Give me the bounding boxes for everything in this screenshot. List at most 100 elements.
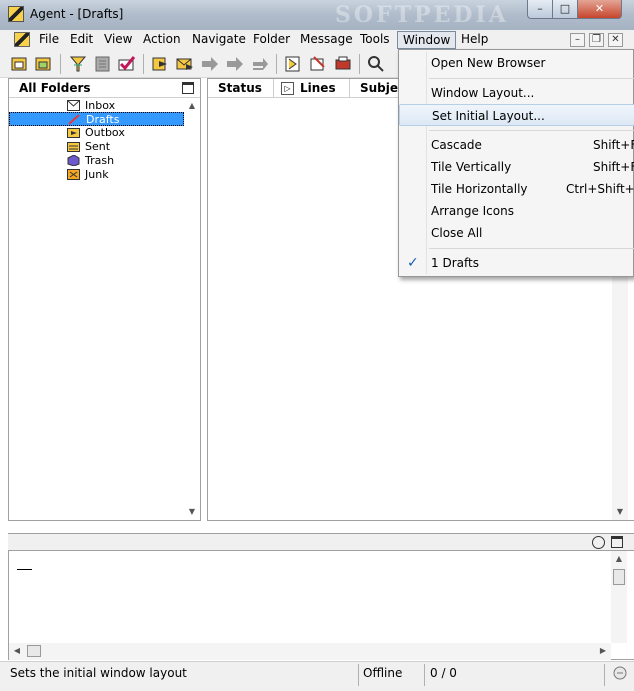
softpedia-watermark: SOFTPEDIA	[335, 2, 509, 28]
print-icon[interactable]	[333, 54, 353, 74]
message-counts: 0 / 0	[430, 666, 457, 680]
menu-item-tile-horizontally[interactable]: Tile Horizontally Ctrl+Shift+F4	[399, 178, 634, 200]
folder-item-outbox[interactable]: Outbox	[9, 126, 184, 140]
menu-view[interactable]: View	[99, 31, 137, 49]
folder-item-inbox[interactable]: Inbox	[9, 99, 184, 113]
folder-item-junk[interactable]: Junk	[9, 168, 184, 182]
document-window-icon[interactable]	[14, 32, 30, 47]
column-header-status[interactable]: Status	[208, 79, 274, 98]
reply-icon[interactable]	[151, 54, 171, 74]
next-thread-icon[interactable]	[250, 54, 270, 74]
menu-item-shortcut: Ctrl+Shift+F4	[566, 182, 634, 196]
toolbar-separator	[60, 54, 61, 74]
toolbar-separator	[143, 54, 144, 74]
search-icon[interactable]	[366, 54, 386, 74]
next-icon[interactable]	[200, 54, 220, 74]
network-icon	[612, 664, 628, 685]
menu-separator	[429, 248, 634, 249]
menu-edit[interactable]: Edit	[65, 31, 98, 49]
folder-pane-header: All Folders	[9, 79, 200, 98]
menu-item-shortcut: Shift+F4	[593, 160, 634, 174]
text-cursor	[17, 569, 32, 570]
next-unread-icon[interactable]	[225, 54, 245, 74]
minimize-button[interactable]: –	[527, 0, 553, 19]
menu-item-arrange-icons[interactable]: Arrange Icons	[399, 200, 634, 222]
pin-pane-button[interactable]	[592, 536, 605, 549]
window-title: Agent - [Drafts]	[30, 7, 124, 21]
menu-message[interactable]: Message	[295, 31, 358, 49]
preview-pane[interactable]: ▲ ◀ ▶	[8, 550, 634, 660]
title-bar: Agent - [Drafts] SOFTPEDIA – □ ✕	[0, 0, 634, 30]
menu-folder[interactable]: Folder	[248, 31, 295, 49]
menu-item-1-drafts[interactable]: ✓ 1 Drafts	[399, 252, 634, 274]
menu-tools[interactable]: Tools	[355, 31, 395, 49]
menu-item-cascade[interactable]: Cascade Shift+F5	[399, 134, 634, 156]
menu-help[interactable]: Help	[456, 31, 493, 49]
toolbar-separator	[359, 54, 360, 74]
scroll-down-arrow[interactable]: ▼	[612, 504, 628, 520]
close-button[interactable]: ✕	[577, 0, 622, 19]
junk-icon	[67, 169, 80, 180]
maximize-preview-button[interactable]	[611, 536, 623, 548]
menu-item-label: Tile Horizontally	[431, 182, 528, 196]
menu-item-label: 1 Drafts	[431, 256, 479, 270]
scroll-down-arrow[interactable]: ▼	[184, 504, 200, 520]
folder-label: Outbox	[85, 126, 125, 139]
menu-navigate[interactable]: Navigate	[187, 31, 251, 49]
menu-item-label: Close All	[431, 226, 483, 240]
scroll-right-arrow[interactable]: ▶	[595, 643, 611, 659]
scroll-up-arrow[interactable]: ▲	[184, 98, 200, 114]
window-menu-dropdown: Open New Browser Window Layout... Set In…	[398, 49, 634, 277]
folder-item-drafts[interactable]: Drafts	[9, 112, 184, 126]
folder-item-sent[interactable]: Sent	[9, 140, 184, 154]
menu-separator	[429, 130, 634, 131]
folder-label: Drafts	[86, 113, 120, 126]
menu-item-shortcut: Shift+F5	[593, 138, 634, 152]
mdi-restore-button[interactable]: ❐	[589, 33, 604, 47]
mark-read-icon[interactable]	[93, 54, 113, 74]
menu-item-label: Tile Vertically	[431, 160, 512, 174]
menu-item-window-layout[interactable]: Window Layout...	[399, 82, 634, 104]
agent-app-icon[interactable]	[8, 6, 24, 22]
menu-file[interactable]: File	[34, 31, 64, 49]
menu-bar: File Edit View Action Navigate Folder Me…	[0, 30, 634, 50]
menu-item-tile-vertically[interactable]: Tile Vertically Shift+F4	[399, 156, 634, 178]
get-mail-icon[interactable]	[10, 54, 30, 74]
menu-item-label: Open New Browser	[431, 56, 546, 70]
menu-item-set-initial-layout[interactable]: Set Initial Layout...	[399, 104, 634, 126]
filter-icon[interactable]	[68, 54, 88, 74]
folder-label: Junk	[85, 168, 109, 181]
scroll-left-arrow[interactable]: ◀	[9, 643, 25, 659]
menu-item-label: Cascade	[431, 138, 482, 152]
scroll-up-arrow[interactable]: ▲	[611, 551, 627, 567]
send-receive-icon[interactable]	[34, 54, 54, 74]
check-icon[interactable]	[117, 54, 137, 74]
connection-status[interactable]: Offline	[363, 666, 402, 680]
maximize-button[interactable]: □	[552, 0, 578, 19]
preview-pane-bar	[8, 533, 634, 550]
preview-horizontal-scrollbar[interactable]: ◀ ▶	[9, 643, 611, 660]
mdi-minimize-button[interactable]: –	[570, 33, 585, 47]
preview-vertical-scrollbar[interactable]: ▲	[611, 551, 627, 643]
menu-item-close-all[interactable]: Close All	[399, 222, 634, 244]
mdi-close-button[interactable]: ✕	[608, 33, 623, 47]
scroll-thumb[interactable]	[613, 569, 625, 585]
menu-item-label: Arrange Icons	[431, 204, 514, 218]
folder-pane-scrollbar[interactable]: ▲ ▼	[184, 98, 200, 520]
folder-label: Trash	[85, 154, 115, 167]
folder-item-trash[interactable]: Trash	[9, 154, 184, 168]
status-separator	[424, 664, 425, 686]
menu-item-open-new-browser[interactable]: Open New Browser	[399, 52, 634, 74]
scroll-thumb[interactable]	[27, 645, 41, 657]
drafts-icon	[68, 114, 81, 125]
sent-icon	[67, 141, 80, 152]
compose-icon[interactable]	[308, 54, 328, 74]
sort-indicator-icon[interactable]: ▷	[281, 82, 294, 95]
folder-pane-title: All Folders	[19, 81, 91, 95]
forward-icon[interactable]	[175, 54, 195, 74]
menu-separator	[429, 78, 634, 79]
menu-window[interactable]: Window	[397, 31, 457, 49]
menu-action[interactable]: Action	[138, 31, 186, 49]
download-icon[interactable]	[283, 54, 303, 74]
maximize-pane-button[interactable]	[182, 82, 194, 94]
